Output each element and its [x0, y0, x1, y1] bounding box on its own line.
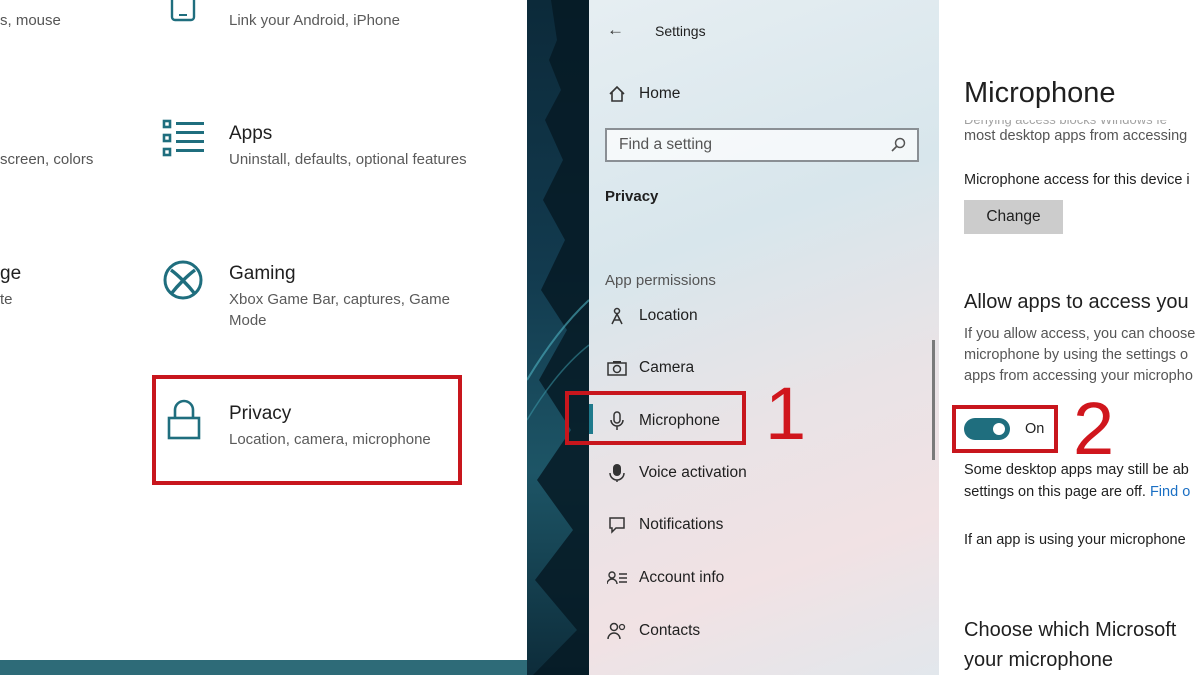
nav-contacts-label: Contacts [639, 622, 701, 639]
page-title: Microphone [964, 77, 1116, 109]
contacts-icon [605, 622, 629, 640]
nav-account-info[interactable]: Account info [605, 563, 724, 593]
nav-location[interactable]: Location [605, 301, 698, 331]
nav-home[interactable]: Home [605, 79, 680, 109]
nav-contacts[interactable]: Contacts [605, 616, 700, 646]
find-out-link[interactable]: Find o [1150, 484, 1190, 500]
allow-description-3: apps from accessing your micropho [964, 368, 1193, 384]
voice-activation-icon [605, 463, 629, 483]
camera-icon [605, 360, 629, 376]
description-line: most desktop apps from accessing [964, 128, 1188, 144]
phone-category-desc[interactable]: Link your Android, iPhone [229, 10, 469, 31]
apps-category-desc: Uninstall, defaults, optional features [229, 151, 467, 168]
nav-camera[interactable]: Camera [605, 353, 694, 383]
lock-icon [166, 399, 202, 446]
app-using-line: If an app is using your microphone [964, 532, 1186, 548]
note-text: settings on this page are off. [964, 484, 1146, 500]
search-input[interactable]: Find a setting [605, 128, 919, 162]
step-1-marker: 1 [765, 372, 807, 455]
home-icon [605, 85, 629, 103]
nav-voice-activation[interactable]: Voice activation [605, 458, 747, 488]
nav-home-label: Home [639, 85, 681, 102]
device-access-label: Microphone access for this device i [964, 172, 1190, 188]
apps-icon [162, 119, 206, 164]
location-icon [605, 307, 629, 325]
partial-category-desc: te [0, 291, 13, 308]
group-label: App permissions [605, 272, 716, 289]
allow-description-1: If you allow access, you can choose [964, 326, 1196, 342]
toggle-highlight-box [952, 405, 1058, 453]
settings-home-panel: s, mouse Link your Android, iPhone scree… [0, 0, 527, 660]
partial-category-title: ge [0, 263, 22, 284]
account-info-icon [605, 570, 629, 586]
nav-camera-label: Camera [639, 359, 695, 376]
nav-voice-activation-label: Voice activation [639, 464, 747, 481]
gaming-category-title[interactable]: Gaming [229, 262, 296, 286]
step-2-marker: 2 [1073, 387, 1115, 470]
note-line-2: settings on this page are off. Find o [964, 484, 1190, 500]
tree-silhouette [527, 0, 589, 675]
apps-category-title[interactable]: Apps [229, 122, 272, 146]
privacy-category-title[interactable]: Privacy [229, 402, 291, 426]
choose-heading-1: Choose which Microsoft [964, 619, 1177, 641]
privacy-category-desc: Location, camera, microphone [229, 431, 431, 448]
nav-notifications[interactable]: Notifications [605, 510, 723, 540]
clipped-description: Denying access blocks Windows fe [964, 112, 1168, 127]
taskbar-strip [0, 660, 527, 675]
phone-icon [170, 0, 196, 27]
gaming-category-desc: Xbox Game Bar, captures, Game Mode [229, 291, 450, 329]
change-button[interactable]: Change [964, 200, 1063, 234]
window-title: Settings [655, 23, 706, 39]
microphone-settings-content: Microphone Denying access blocks Windows… [939, 0, 1200, 675]
screenshot-composite: s, mouse Link your Android, iPhone scree… [0, 0, 1200, 675]
microphone-highlight-box [565, 391, 746, 445]
settings-navigation-pane: ← Settings Home Find a setting Privacy A… [565, 0, 939, 675]
allow-description-2: microphone by using the settings o [964, 347, 1189, 363]
section-title: Privacy [605, 188, 659, 205]
nav-notifications-label: Notifications [639, 516, 724, 533]
partial-category-desc: screen, colors [0, 151, 94, 168]
allow-apps-heading: Allow apps to access you [964, 291, 1189, 313]
partial-category-desc: s, mouse [0, 12, 61, 29]
choose-heading-2: your microphone [964, 649, 1113, 671]
back-arrow-icon[interactable]: ← [607, 20, 624, 40]
notifications-icon [605, 516, 629, 534]
nav-location-label: Location [639, 307, 698, 324]
nav-account-info-label: Account info [639, 569, 725, 586]
search-icon[interactable] [891, 137, 907, 158]
xbox-icon [162, 259, 204, 306]
search-placeholder: Find a setting [619, 136, 713, 153]
desktop-wallpaper [527, 0, 589, 675]
scrollbar[interactable] [932, 340, 935, 460]
